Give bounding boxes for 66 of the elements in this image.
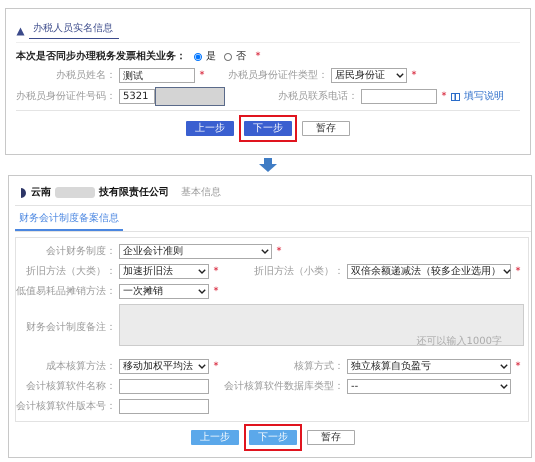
field-label: 折旧方法（小类）： — [253, 264, 344, 279]
field-label: 办税员联系电话： — [277, 90, 358, 104]
required-mark: * — [198, 69, 206, 83]
field-label: 低值易耗品摊销方法： — [16, 284, 116, 299]
chevron-down-icon — [198, 269, 206, 274]
chevron-down-icon — [396, 73, 404, 78]
text-field[interactable] — [361, 89, 437, 104]
field-label: 财务会计制度备注： — [25, 320, 116, 335]
redaction-block — [55, 187, 95, 198]
field-label: 折旧方法（大类）： — [25, 264, 116, 279]
chevron-down-icon — [198, 364, 206, 369]
required-mark: * — [254, 50, 262, 64]
radio-button[interactable] — [224, 52, 232, 60]
step-button[interactable]: 暂存 — [302, 121, 350, 136]
dropdown[interactable]: 独立核算自负盈亏 — [347, 359, 511, 374]
dropdown[interactable]: 居民身份证 — [331, 68, 407, 83]
chevron-down-icon — [503, 269, 511, 274]
dropdown[interactable]: 加速折旧法 — [119, 264, 209, 279]
dropdown[interactable]: 移动加权平均法 — [119, 359, 209, 374]
required-mark: * — [514, 265, 522, 279]
section-title: 办税人员实名信息 — [29, 21, 119, 39]
semicircle-icon — [21, 188, 27, 198]
question-label: 本次是否同步办理税务发票相关业务： — [16, 50, 186, 64]
field-label: 会计核算软件名称： — [25, 380, 116, 394]
book-icon — [451, 92, 460, 100]
text-field[interactable]: 5321 — [119, 89, 155, 104]
radio-label: 否 — [236, 50, 246, 64]
field-label: 会计核算软件数据库类型： — [224, 380, 344, 394]
required-mark: * — [514, 360, 522, 374]
help-link[interactable]: 填写说明 — [451, 89, 504, 104]
dropdown[interactable]: -- — [347, 379, 511, 394]
page-subtitle: 基本信息 — [181, 186, 221, 200]
radio-label: 是 — [206, 50, 216, 64]
char-counter: 还可以输入1000字 — [416, 334, 502, 349]
required-mark: * — [410, 69, 418, 83]
text-field[interactable] — [119, 399, 209, 414]
radio-button[interactable] — [194, 52, 202, 60]
field-label: 核算方式： — [293, 360, 344, 374]
tab[interactable]: 财务会计制度备案信息 — [15, 206, 123, 231]
chevron-down-icon — [261, 249, 269, 254]
triangle-icon — [16, 27, 25, 36]
text-field[interactable]: 测试 — [119, 68, 195, 83]
dropdown[interactable]: 企业会计准则 — [119, 244, 272, 259]
company-name: 云南 — [31, 186, 51, 200]
dropdown[interactable]: 双倍余额递减法（较多企业选用） — [347, 264, 511, 279]
chevron-down-icon — [500, 384, 508, 389]
dropdown[interactable]: 一次摊销 — [119, 284, 209, 299]
step-button[interactable]: 暂存 — [307, 430, 355, 445]
down-arrow-icon — [258, 158, 276, 172]
required-mark: * — [212, 285, 220, 299]
step-button[interactable]: 下一步 — [244, 121, 292, 136]
chevron-down-icon — [198, 289, 206, 294]
required-mark: * — [276, 245, 282, 259]
text-field[interactable] — [119, 379, 209, 394]
field-label: 会计核算软件版本号： — [16, 400, 116, 414]
field-label: 办税员身份证件类型： — [228, 68, 328, 83]
step-button[interactable]: 上一步 — [186, 121, 234, 136]
field-label: 会计财务制度： — [45, 244, 116, 259]
field-label: 成本核算方法： — [45, 360, 116, 374]
required-mark: * — [212, 360, 220, 374]
field-label: 办税员身份证件号码： — [16, 90, 116, 104]
chevron-down-icon — [500, 364, 508, 369]
field-label: 办税员姓名： — [55, 68, 116, 83]
required-mark: * — [212, 265, 220, 279]
company-name: 技有限责任公司 — [99, 186, 169, 200]
required-mark: * — [440, 90, 448, 104]
